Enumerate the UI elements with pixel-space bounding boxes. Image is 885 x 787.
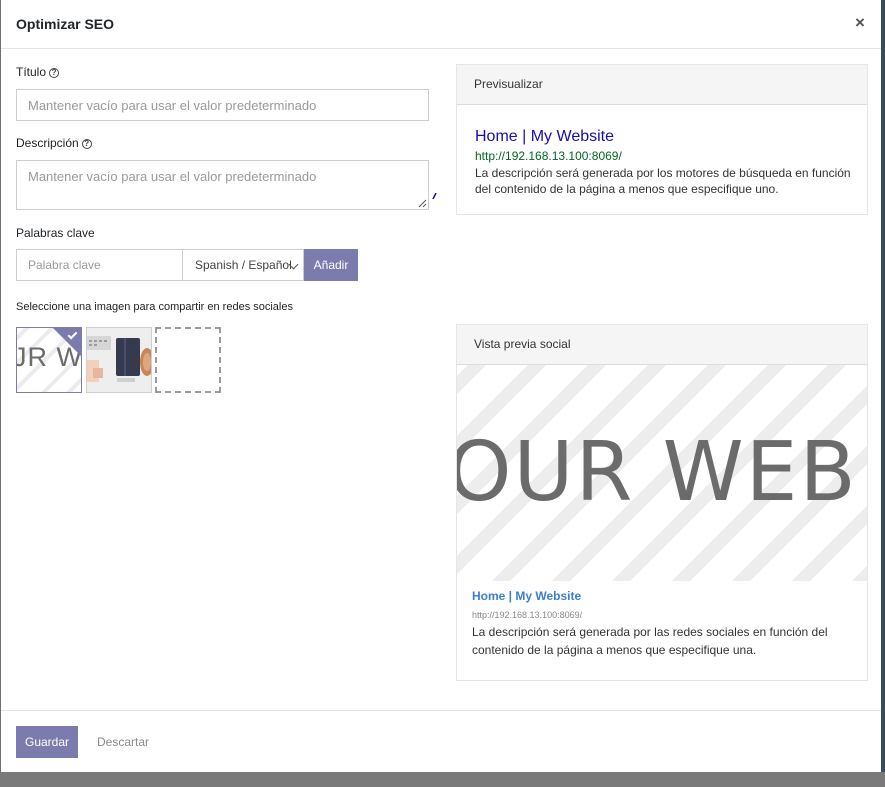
- description-field-label: Descripción?: [16, 136, 92, 150]
- image-section-label: Seleccione una imagen para compartir en …: [16, 301, 293, 313]
- search-preview-panel: Previsualizar Home | My Website http://1…: [456, 64, 868, 215]
- close-icon[interactable]: ×: [851, 13, 869, 33]
- resize-grip-icon[interactable]: [418, 199, 427, 208]
- dialog-footer: Guardar Descartar: [1, 710, 881, 772]
- backdrop-edge: [881, 0, 885, 772]
- help-icon[interactable]: ?: [81, 139, 92, 149]
- seo-title-input[interactable]: [16, 89, 429, 121]
- save-button[interactable]: Guardar: [16, 726, 78, 758]
- social-preview-panel: Vista previa social OUR WEB Home | My We…: [456, 324, 868, 681]
- search-preview-heading: Previsualizar: [457, 65, 867, 105]
- social-preview-heading: Vista previa social: [457, 325, 867, 365]
- social-image-text: OUR WEB: [457, 425, 858, 520]
- title-label-text: Título: [16, 65, 47, 79]
- social-preview-image: OUR WEB: [457, 365, 867, 581]
- discard-button[interactable]: Descartar: [97, 735, 149, 749]
- dialog-header: Optimizar SEO ×: [1, 0, 881, 49]
- language-select-value: Spanish / Español: [195, 258, 292, 272]
- backdrop-bottom: [0, 772, 885, 787]
- cursor-mark-icon: [432, 193, 437, 199]
- social-preview-url: http://192.168.13.100:8069/: [472, 610, 583, 620]
- desk-photo-image: [87, 328, 151, 392]
- seo-description-textarea[interactable]: [16, 160, 429, 210]
- image-option-photo[interactable]: [86, 327, 152, 393]
- search-preview-description: La descripción será generada por los mot…: [475, 166, 851, 196]
- keyword-input[interactable]: [16, 249, 183, 281]
- title-field-label: Título?: [16, 65, 60, 79]
- social-preview-title[interactable]: Home | My Website: [472, 589, 581, 603]
- image-option-upload[interactable]: [155, 327, 221, 393]
- search-preview-title[interactable]: Home | My Website: [475, 128, 614, 146]
- image-option-placeholder[interactable]: JR W: [16, 327, 82, 393]
- language-select[interactable]: Spanish / Español: [183, 249, 304, 281]
- keywords-label: Palabras clave: [16, 226, 95, 240]
- social-preview-description: La descripción será generada por las red…: [472, 625, 828, 657]
- description-label-text: Descripción: [16, 136, 79, 150]
- add-keyword-button[interactable]: Añadir: [304, 249, 358, 281]
- dialog-title: Optimizar SEO: [16, 16, 115, 32]
- search-preview-url: http://192.168.13.100:8069/: [475, 149, 622, 163]
- help-icon[interactable]: ?: [49, 68, 60, 78]
- seo-dialog: Optimizar SEO × Título? Descripción? Pal…: [1, 0, 881, 772]
